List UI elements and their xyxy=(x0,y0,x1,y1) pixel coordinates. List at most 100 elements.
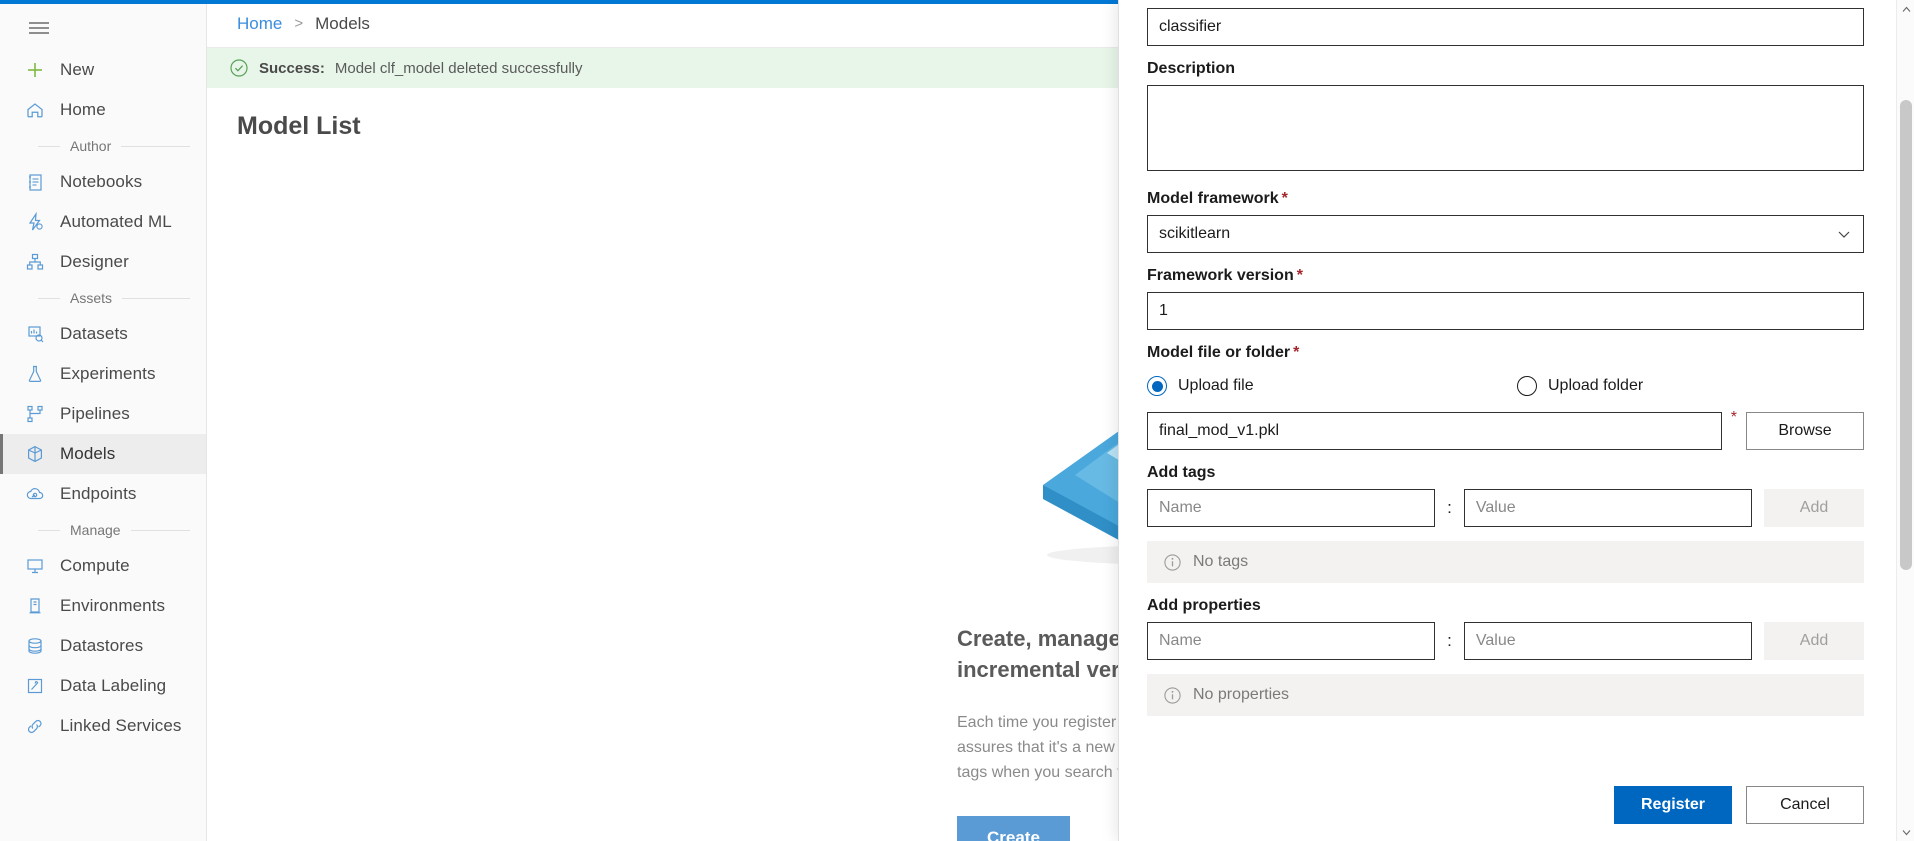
sidebar-item-models[interactable]: Models xyxy=(0,434,206,474)
success-banner-message: Model clf_model deleted successfully xyxy=(334,59,583,77)
sidebar-item-notebooks[interactable]: Notebooks xyxy=(0,162,206,202)
success-check-icon xyxy=(229,58,249,78)
radio-upload-folder[interactable]: Upload folder xyxy=(1517,376,1643,396)
add-properties-label: Add properties xyxy=(1147,597,1261,614)
datastores-database-icon xyxy=(24,635,46,657)
radio-upload-file[interactable]: Upload file xyxy=(1147,376,1517,396)
sidebar-item-label: Datasets xyxy=(60,324,128,343)
endpoints-cloud-icon xyxy=(24,483,46,505)
sidebar-item-label: Pipelines xyxy=(60,404,130,423)
create-button[interactable]: Create xyxy=(957,815,1070,841)
cancel-button[interactable]: Cancel xyxy=(1746,786,1864,824)
sidebar-item-compute[interactable]: Compute xyxy=(0,546,206,586)
sidebar-item-linked-services[interactable]: Linked Services xyxy=(0,706,206,746)
scroll-up-arrow-icon[interactable] xyxy=(1897,0,1914,18)
panel-scrollbar[interactable] xyxy=(1896,0,1914,841)
tag-colon-separator: : xyxy=(1447,498,1452,517)
info-icon xyxy=(1163,553,1182,572)
browse-button[interactable]: Browse xyxy=(1746,412,1864,450)
breadcrumb-home-link[interactable]: Home xyxy=(237,14,282,34)
add-tags-section: Add tags : Add No tags xyxy=(1147,464,1865,583)
sidebar-item-home[interactable]: Home xyxy=(0,90,206,130)
tag-value-input[interactable] xyxy=(1463,489,1753,527)
required-asterisk: * xyxy=(1730,409,1737,426)
sidebar-item-pipelines[interactable]: Pipelines xyxy=(0,394,206,434)
notebook-icon xyxy=(24,171,46,193)
sidebar-item-automated-ml[interactable]: Automated ML xyxy=(0,202,206,242)
automated-ml-icon xyxy=(24,211,46,233)
linked-services-icon xyxy=(24,715,46,737)
sidebar-item-datastores[interactable]: Datastores xyxy=(0,626,206,666)
breadcrumb-separator-icon: > xyxy=(294,15,304,32)
sidebar-group-assets: Assets xyxy=(0,282,206,314)
file-picker-row: * Browse xyxy=(1147,409,1864,450)
sidebar-group-author: Author xyxy=(0,130,206,162)
environments-icon xyxy=(24,595,46,617)
sidebar-item-label: Datastores xyxy=(60,636,144,655)
sidebar-item-label: Experiments xyxy=(60,364,156,383)
model-name-input[interactable] xyxy=(1147,8,1864,46)
success-banner-prefix: Success: xyxy=(259,59,325,77)
models-cube-icon xyxy=(24,443,46,465)
upload-mode-radio-group: Upload file Upload folder xyxy=(1147,376,1864,396)
pipelines-icon xyxy=(24,403,46,425)
description-label: Description xyxy=(1147,60,1236,77)
add-property-button[interactable]: Add xyxy=(1764,622,1865,660)
info-icon xyxy=(1163,686,1182,705)
add-tag-button[interactable]: Add xyxy=(1764,489,1865,527)
home-icon xyxy=(24,99,46,121)
sidebar-item-label: Models xyxy=(60,444,116,463)
sidebar-item-label: Environments xyxy=(60,596,166,615)
sidebar-item-new[interactable]: New xyxy=(0,50,206,90)
register-model-panel: Description Model framework* Framework v… xyxy=(1118,0,1914,841)
model-name-field xyxy=(1147,0,1864,46)
sidebar-item-endpoints[interactable]: Endpoints xyxy=(0,474,206,514)
add-properties-section: Add properties : Add No properties xyxy=(1147,597,1865,716)
sidebar-item-label: Data Labeling xyxy=(60,676,167,695)
sidebar-item-label: Endpoints xyxy=(60,484,137,503)
left-navigation-sidebar: New Home Author Notebooks Automated ML D… xyxy=(0,0,207,841)
sidebar-item-environments[interactable]: Environments xyxy=(0,586,206,626)
scroll-down-arrow-icon[interactable] xyxy=(1897,823,1914,841)
sidebar-item-label: Home xyxy=(60,100,106,119)
tag-name-input[interactable] xyxy=(1147,489,1436,527)
model-file-input[interactable] xyxy=(1147,412,1722,450)
designer-icon xyxy=(24,251,46,273)
radio-unselected-icon xyxy=(1517,376,1537,396)
sidebar-item-label: Designer xyxy=(60,252,129,271)
framework-version-label: Framework version * xyxy=(1147,267,1303,284)
experiments-flask-icon xyxy=(24,363,46,385)
model-framework-label: Model framework * xyxy=(1147,190,1288,207)
radio-upload-file-label: Upload file xyxy=(1178,377,1254,394)
radio-upload-folder-label: Upload folder xyxy=(1548,377,1644,394)
sidebar-item-experiments[interactable]: Experiments xyxy=(0,354,206,394)
sidebar-item-designer[interactable]: Designer xyxy=(0,242,206,282)
compute-monitor-icon xyxy=(24,555,46,577)
description-field: Description xyxy=(1147,60,1864,176)
breadcrumb-current: Models xyxy=(315,13,370,33)
menu-toggle-button[interactable] xyxy=(0,6,206,50)
sidebar-item-datasets[interactable]: Datasets xyxy=(0,314,206,354)
sidebar-item-data-labeling[interactable]: Data Labeling xyxy=(0,666,206,706)
radio-selected-icon xyxy=(1147,376,1167,396)
no-properties-message: No properties xyxy=(1147,674,1864,716)
required-asterisk: * xyxy=(1281,190,1288,207)
model-framework-select[interactable] xyxy=(1147,215,1864,253)
register-button[interactable]: Register xyxy=(1614,786,1732,824)
property-value-input[interactable] xyxy=(1463,622,1753,660)
sidebar-item-label: Notebooks xyxy=(60,172,143,191)
sidebar-item-label: Linked Services xyxy=(60,716,182,735)
no-properties-text: No properties xyxy=(1193,686,1290,703)
scrollbar-thumb[interactable] xyxy=(1900,100,1912,570)
description-textarea[interactable] xyxy=(1147,85,1864,171)
tag-entry-row: : Add xyxy=(1147,489,1865,527)
model-file-or-folder-label: Model file or folder * xyxy=(1147,344,1300,361)
panel-form: Description Model framework* Framework v… xyxy=(1119,0,1896,841)
sidebar-item-label: Compute xyxy=(60,556,130,575)
plus-icon xyxy=(24,59,46,81)
property-name-input[interactable] xyxy=(1147,622,1436,660)
framework-version-input[interactable] xyxy=(1147,292,1864,330)
sidebar-item-label: New xyxy=(60,60,95,79)
no-tags-message: No tags xyxy=(1147,541,1864,583)
sidebar-group-label: Manage xyxy=(70,522,121,538)
